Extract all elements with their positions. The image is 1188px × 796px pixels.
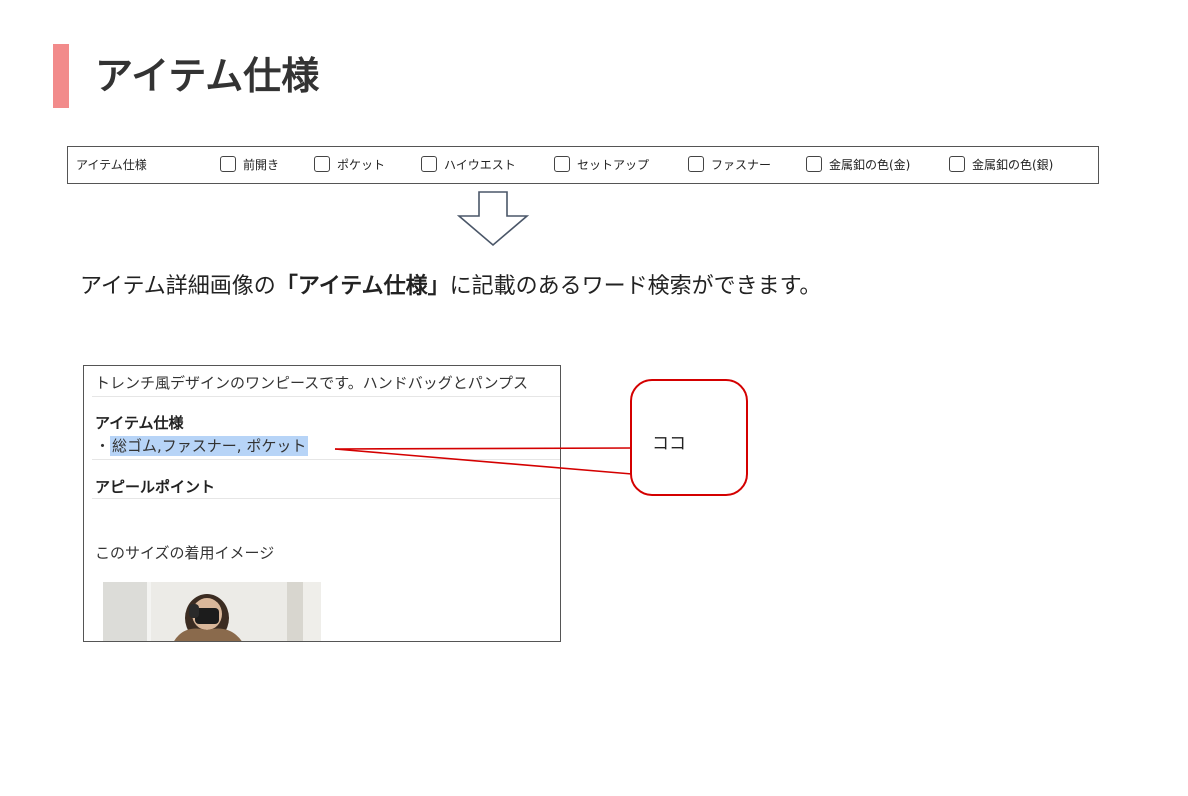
- checkbox-label: ファスナー: [711, 157, 772, 172]
- callout-text: ココ: [652, 434, 686, 454]
- checkbox-box[interactable]: [421, 156, 437, 172]
- description-after: に記載のあるワード検索ができます。: [449, 274, 822, 299]
- checkbox-label: 前開き: [243, 157, 280, 172]
- checkbox-pocket[interactable]: ポケット: [314, 153, 385, 175]
- checkbox-label: ポケット: [337, 157, 386, 172]
- checkbox-box[interactable]: [220, 156, 236, 172]
- divider: [92, 459, 560, 460]
- checkbox-setup[interactable]: セットアップ: [554, 153, 649, 175]
- spec-value-highlight: 総ゴム,ファスナー, ポケット: [110, 436, 309, 456]
- checkbox-box[interactable]: [949, 156, 965, 172]
- size-image-caption: このサイズの着用イメージ: [95, 544, 275, 562]
- photo-illustration: [103, 582, 321, 641]
- checkbox-label: 金属釦の色(金): [829, 157, 911, 172]
- checkbox-high-waist[interactable]: ハイウエスト: [421, 153, 516, 175]
- page-title: アイテム仕様: [95, 54, 320, 98]
- down-arrow-icon: [457, 191, 530, 247]
- checkbox-metal-button-gold[interactable]: 金属釦の色(金): [806, 153, 910, 175]
- description-emphasis: 「アイテム仕様」: [275, 274, 450, 299]
- model-wearing-photo: [103, 582, 321, 641]
- bullet: ・: [95, 437, 111, 455]
- checkbox-label: ハイウエスト: [444, 157, 516, 172]
- checkbox-label: セットアップ: [577, 157, 650, 172]
- spec-value-row: ・総ゴム,ファスナー, ポケット: [95, 435, 309, 456]
- divider: [92, 498, 560, 499]
- description-text: アイテム詳細画像の「アイテム仕様」に記載のあるワード検索ができます。: [80, 268, 821, 300]
- item-intro-text: トレンチ風デザインのワンピースです。ハンドバッグとパンプス: [95, 374, 529, 392]
- appeal-heading: アピールポイント: [95, 478, 216, 496]
- checkbox-front-opening[interactable]: 前開き: [220, 153, 279, 175]
- checkbox-zipper[interactable]: ファスナー: [688, 153, 771, 175]
- checkbox-box[interactable]: [688, 156, 704, 172]
- divider: [92, 396, 560, 397]
- item-detail-panel: トレンチ風デザインのワンピースです。ハンドバッグとパンプス アイテム仕様 ・総ゴ…: [83, 365, 561, 642]
- description-before: アイテム詳細画像の: [80, 274, 276, 299]
- checkbox-box[interactable]: [806, 156, 822, 172]
- callout-bubble: ココ: [630, 379, 748, 496]
- item-spec-filter-bar: アイテム仕様 前開き ポケット ハイウエスト セットアップ ファスナー 金属釦の…: [67, 146, 1099, 184]
- checkbox-metal-button-silver[interactable]: 金属釦の色(銀): [949, 153, 1053, 175]
- checkbox-box[interactable]: [554, 156, 570, 172]
- checkbox-label: 金属釦の色(銀): [972, 157, 1054, 172]
- checkbox-box[interactable]: [314, 156, 330, 172]
- spec-filter-label: アイテム仕様: [76, 158, 147, 172]
- spec-heading: アイテム仕様: [95, 414, 184, 432]
- title-accent-bar: [53, 44, 69, 108]
